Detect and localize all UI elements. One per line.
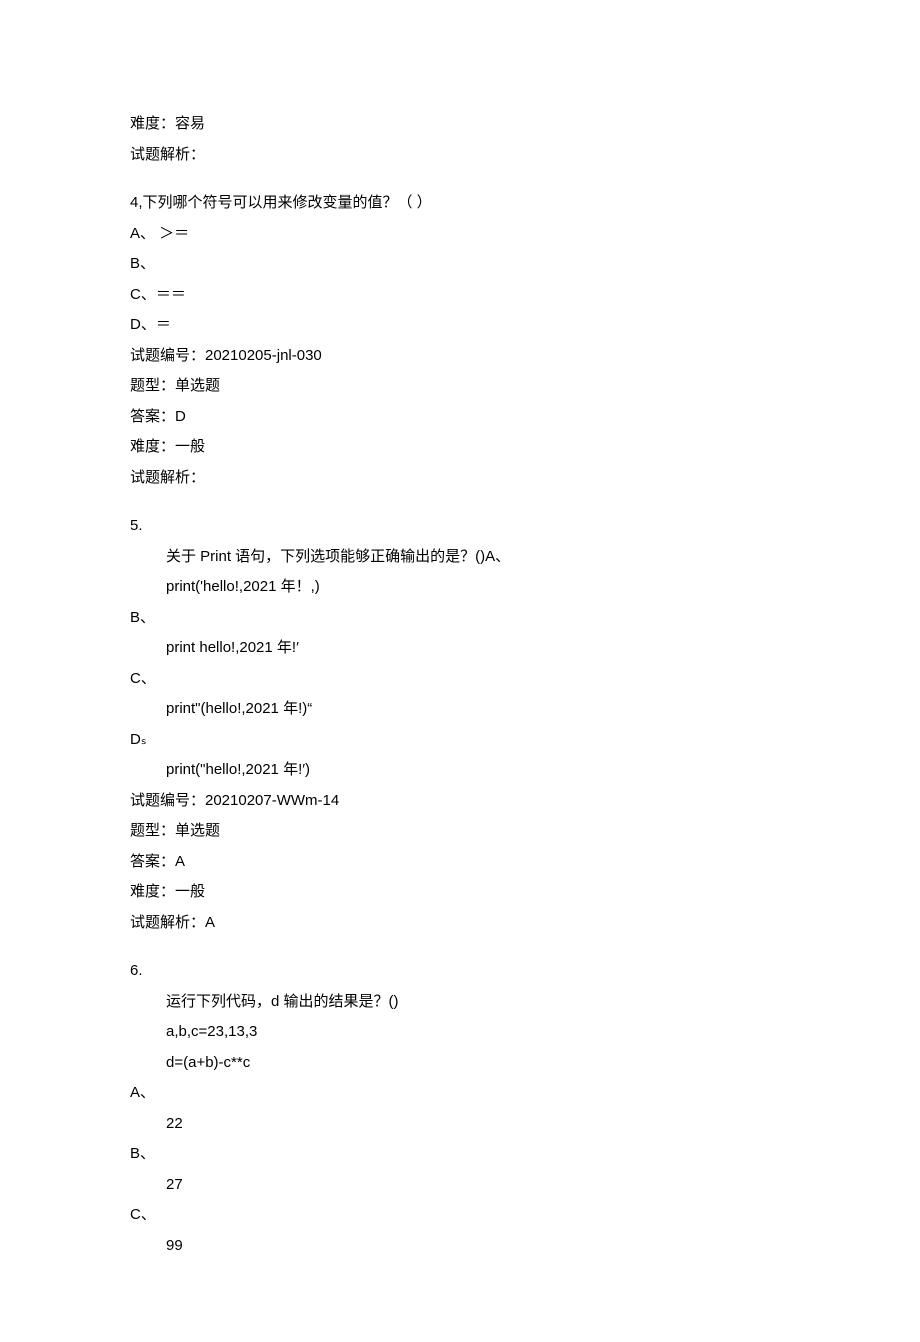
q6-b-value: 27 xyxy=(130,1171,790,1200)
q5-line2: print('hello!,2021 年！,) xyxy=(130,573,790,602)
q5-option-b: B、 xyxy=(130,604,790,633)
q6-line3: d=(a+b)-c**c xyxy=(130,1049,790,1078)
q5-id: 试题编号：20210207-WWm-14 xyxy=(130,787,790,816)
q4-option-b: B、 xyxy=(130,250,790,279)
q6-a-value: 22 xyxy=(130,1110,790,1139)
q5-c-content: print"(hello!,2021 年!)“ xyxy=(130,695,790,724)
q4-prompt: 4,下列哪个符号可以用来修改变量的值？（ ） xyxy=(130,189,790,218)
q6-number: 6. xyxy=(130,957,790,986)
q3-analysis-label: 试题解析： xyxy=(130,141,790,170)
q5-answer: 答案：A xyxy=(130,848,790,877)
q4-type: 题型：单选题 xyxy=(130,372,790,401)
q6-option-a: A、 xyxy=(130,1079,790,1108)
q4-option-c: C、＝＝ xyxy=(130,281,790,310)
q5-option-c: C、 xyxy=(130,665,790,694)
q6-c-value: 99 xyxy=(130,1232,790,1261)
q5-b-content: print hello!,2021 年!′ xyxy=(130,634,790,663)
q5-number: 5. xyxy=(130,512,790,541)
q6-option-b: B、 xyxy=(130,1140,790,1169)
q4-option-d: D、＝ xyxy=(130,311,790,340)
q6-line1: 运行下列代码，d 输出的结果是？() xyxy=(130,988,790,1017)
q5-analysis: 试题解析：A xyxy=(130,909,790,938)
q5-difficulty: 难度：一般 xyxy=(130,878,790,907)
q5-d-content: print("hello!,2021 年!′) xyxy=(130,756,790,785)
q5-option-d: Dₛ xyxy=(130,726,790,755)
document-page: 难度：容易 试题解析： 4,下列哪个符号可以用来修改变量的值？（ ） A、 ＞＝… xyxy=(0,0,920,1342)
q4-analysis-label: 试题解析： xyxy=(130,464,790,493)
q4-option-a: A、 ＞＝ xyxy=(130,220,790,249)
q4-answer: 答案：D xyxy=(130,403,790,432)
q5-type: 题型：单选题 xyxy=(130,817,790,846)
q4-id: 试题编号：20210205-jnl-030 xyxy=(130,342,790,371)
q6-line2: a,b,c=23,13,3 xyxy=(130,1018,790,1047)
q6-option-c: C、 xyxy=(130,1201,790,1230)
q4-difficulty: 难度：一般 xyxy=(130,433,790,462)
q5-line1: 关于 Print 语句，下列选项能够正确输出的是？()A、 xyxy=(130,543,790,572)
q3-difficulty: 难度：容易 xyxy=(130,110,790,139)
